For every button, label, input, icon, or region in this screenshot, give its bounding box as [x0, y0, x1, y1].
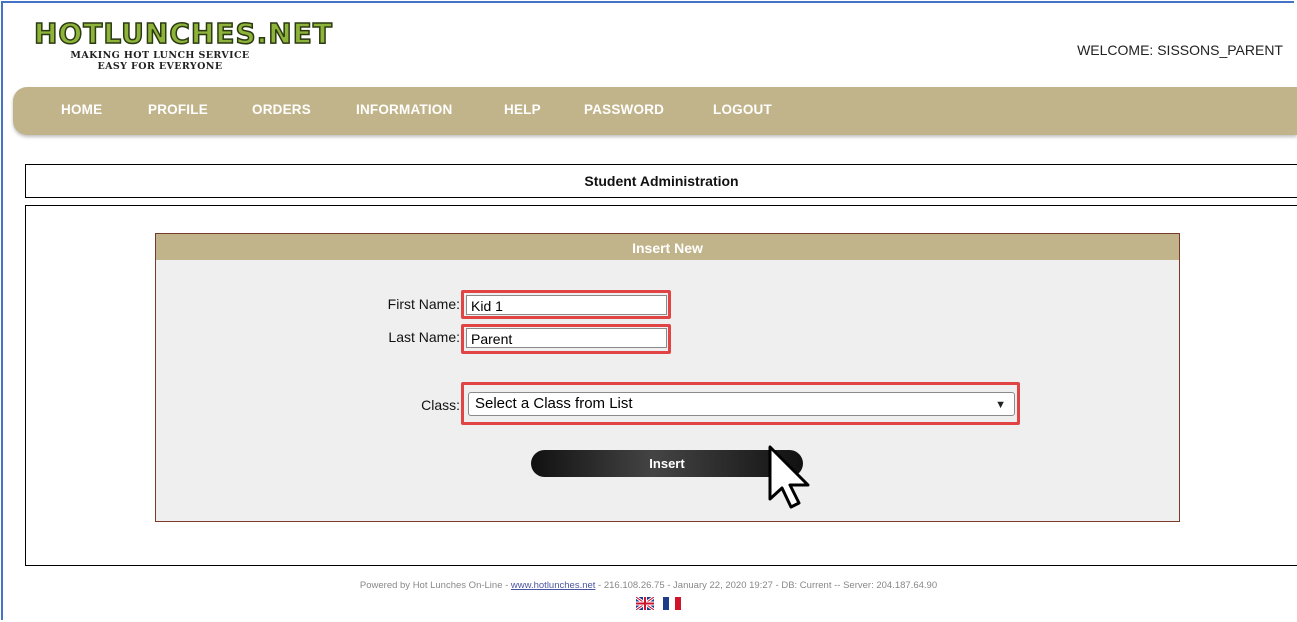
welcome-text: WELCOME: SISSONS_PARENT	[1077, 42, 1283, 58]
nav-orders[interactable]: ORDERS	[252, 102, 311, 117]
page-title: Student Administration	[25, 164, 1297, 198]
logo-tagline-line1: MAKING HOT LUNCH SERVICE	[70, 50, 250, 61]
main-nav: HOME PROFILE ORDERS INFORMATION HELP PAS…	[13, 87, 1297, 135]
class-select[interactable]: Select a Class from List ▼	[468, 392, 1015, 416]
footer-suffix: - 216.108.26.75 - January 22, 2020 19:27…	[595, 580, 938, 591]
france-flag-icon[interactable]	[663, 597, 682, 610]
class-label: Class:	[421, 397, 460, 413]
logo-tagline-line2: EASY FOR EVERYONE	[97, 61, 223, 72]
panel-title: Insert New	[156, 234, 1179, 260]
nav-logout[interactable]: LOGOUT	[713, 102, 772, 117]
mouse-cursor-icon	[768, 445, 810, 509]
insert-button[interactable]: Insert	[531, 450, 803, 477]
dropdown-caret-icon: ▼	[995, 399, 1006, 411]
nav-home[interactable]: HOME	[61, 102, 102, 117]
nav-help[interactable]: HELP	[504, 102, 541, 117]
language-flags	[635, 595, 682, 615]
nav-profile[interactable]: PROFILE	[148, 102, 208, 117]
nav-password[interactable]: PASSWORD	[584, 102, 664, 117]
first-name-field[interactable]: Kid 1	[466, 295, 667, 315]
nav-information[interactable]: INFORMATION	[356, 102, 452, 117]
class-select-value: Select a Class from List	[475, 395, 633, 412]
last-name-field[interactable]: Parent	[466, 328, 667, 348]
footer-link[interactable]: www.hotlunches.net	[511, 580, 596, 591]
last-name-label: Last Name:	[388, 329, 460, 345]
first-name-label: First Name:	[387, 296, 460, 312]
footer-prefix: Powered by Hot Lunches On-Line -	[359, 580, 511, 591]
logo-wordmark: HOTLUNCHES.NET	[33, 17, 333, 51]
footer-text: Powered by Hot Lunches On-Line - www.hot…	[0, 580, 1297, 591]
site-logo[interactable]: HOTLUNCHES.NET MAKING HOT LUNCH SERVICE …	[33, 17, 334, 78]
logo-tagline: MAKING HOT LUNCH SERVICE EASY FOR EVERYO…	[44, 50, 276, 72]
uk-flag-icon[interactable]	[635, 595, 655, 612]
insert-new-panel: Insert New	[155, 233, 1180, 522]
